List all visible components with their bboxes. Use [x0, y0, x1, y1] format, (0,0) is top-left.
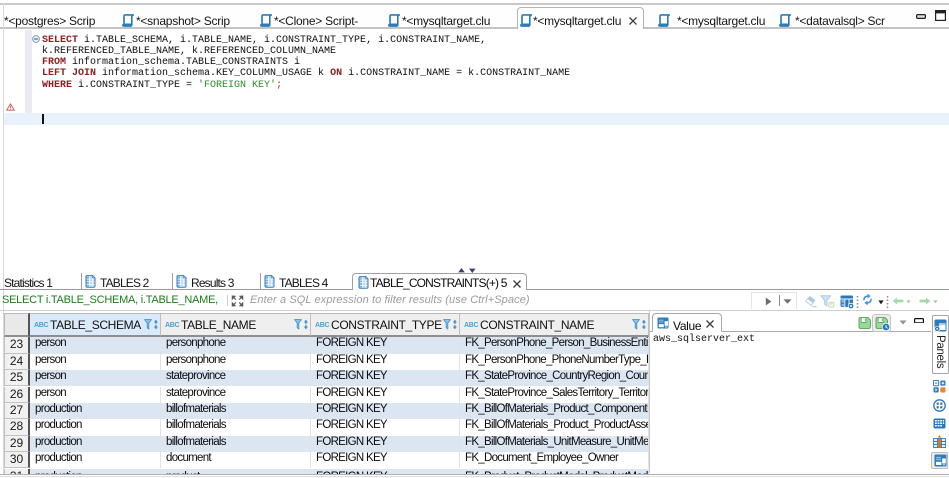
svg-text:ABC: ABC — [315, 322, 330, 329]
svg-text:ABC: ABC — [165, 322, 180, 329]
svg-text:ABC: ABC — [464, 322, 479, 329]
svg-text:ABC: ABC — [34, 322, 49, 329]
